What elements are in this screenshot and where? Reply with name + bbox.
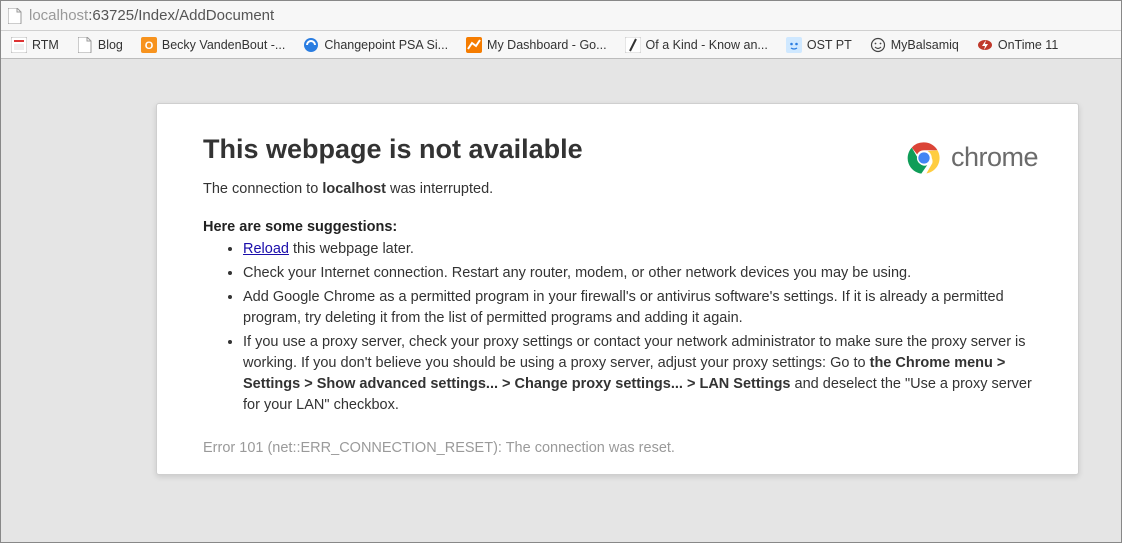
- bookmark-becky[interactable]: O Becky VandenBout -...: [133, 34, 293, 56]
- suggestion-reload: Reload this webpage later.: [243, 239, 1038, 260]
- bookmark-label: OST PT: [807, 38, 852, 52]
- bookmark-label: Changepoint PSA Si...: [324, 38, 448, 52]
- face-blue-icon: [786, 37, 802, 53]
- bookmark-label: My Dashboard - Go...: [487, 38, 607, 52]
- rtm-icon: [11, 37, 27, 53]
- suggestions-header: Here are some suggestions:: [203, 219, 1038, 235]
- suggestion-3: Add Google Chrome as a permitted program…: [243, 287, 1038, 329]
- page-icon: [77, 37, 93, 53]
- error-code: Error 101 (net::ERR_CONNECTION_RESET): T…: [203, 440, 1038, 456]
- bookmark-ostpt[interactable]: OST PT: [778, 34, 860, 56]
- bookmark-ofakind[interactable]: Of a Kind - Know an...: [617, 34, 776, 56]
- bookmark-label: Blog: [98, 38, 123, 52]
- bookmark-mybalsamiq[interactable]: MyBalsamiq: [862, 34, 967, 56]
- suggestion-4: If you use a proxy server, check your pr…: [243, 332, 1038, 416]
- page-content: This webpage is not available chrome The…: [1, 59, 1121, 475]
- bookmark-label: RTM: [32, 38, 59, 52]
- error-card: This webpage is not available chrome The…: [156, 103, 1079, 475]
- blue-circle-icon: [303, 37, 319, 53]
- error-title: This webpage is not available: [203, 134, 583, 165]
- address-bar[interactable]: localhost:63725/Index/AddDocument: [1, 1, 1121, 31]
- suggestion-2: Check your Internet connection. Restart …: [243, 263, 1038, 284]
- chrome-brand: chrome: [907, 141, 1038, 175]
- msg-prefix: The connection to: [203, 181, 322, 197]
- bookmark-label: MyBalsamiq: [891, 38, 959, 52]
- bookmark-label: OnTime 11: [998, 38, 1058, 52]
- bookmarks-bar: RTM Blog O Becky VandenBout -... Changep…: [1, 31, 1121, 59]
- url-text: localhost:63725/Index/AddDocument: [29, 7, 274, 24]
- reload-link[interactable]: Reload: [243, 241, 289, 257]
- bookmark-blog[interactable]: Blog: [69, 34, 131, 56]
- msg-host: localhost: [322, 181, 386, 197]
- orange-o-icon: O: [141, 37, 157, 53]
- bookmark-dashboard[interactable]: My Dashboard - Go...: [458, 34, 615, 56]
- url-host: localhost: [29, 7, 88, 24]
- chrome-logo-icon: [907, 141, 941, 175]
- url-path: :63725/Index/AddDocument: [88, 7, 274, 24]
- page-icon: [7, 8, 23, 24]
- reload-rest: this webpage later.: [289, 241, 414, 257]
- suggestions-list: Reload this webpage later. Check your In…: [243, 239, 1038, 416]
- bookmark-rtm[interactable]: RTM: [3, 34, 67, 56]
- bolt-icon: [977, 37, 993, 53]
- bookmark-changepoint[interactable]: Changepoint PSA Si...: [295, 34, 456, 56]
- msg-suffix: was interrupted.: [386, 181, 493, 197]
- orange-chart-icon: [466, 37, 482, 53]
- bookmark-ontime[interactable]: OnTime 11: [969, 34, 1066, 56]
- bookmark-label: Becky VandenBout -...: [162, 38, 285, 52]
- chrome-word: chrome: [951, 142, 1038, 173]
- error-message: The connection to localhost was interrup…: [203, 181, 1038, 197]
- svg-text:O: O: [145, 40, 154, 52]
- smile-icon: [870, 37, 886, 53]
- slash-icon: [625, 37, 641, 53]
- bookmark-label: Of a Kind - Know an...: [646, 38, 768, 52]
